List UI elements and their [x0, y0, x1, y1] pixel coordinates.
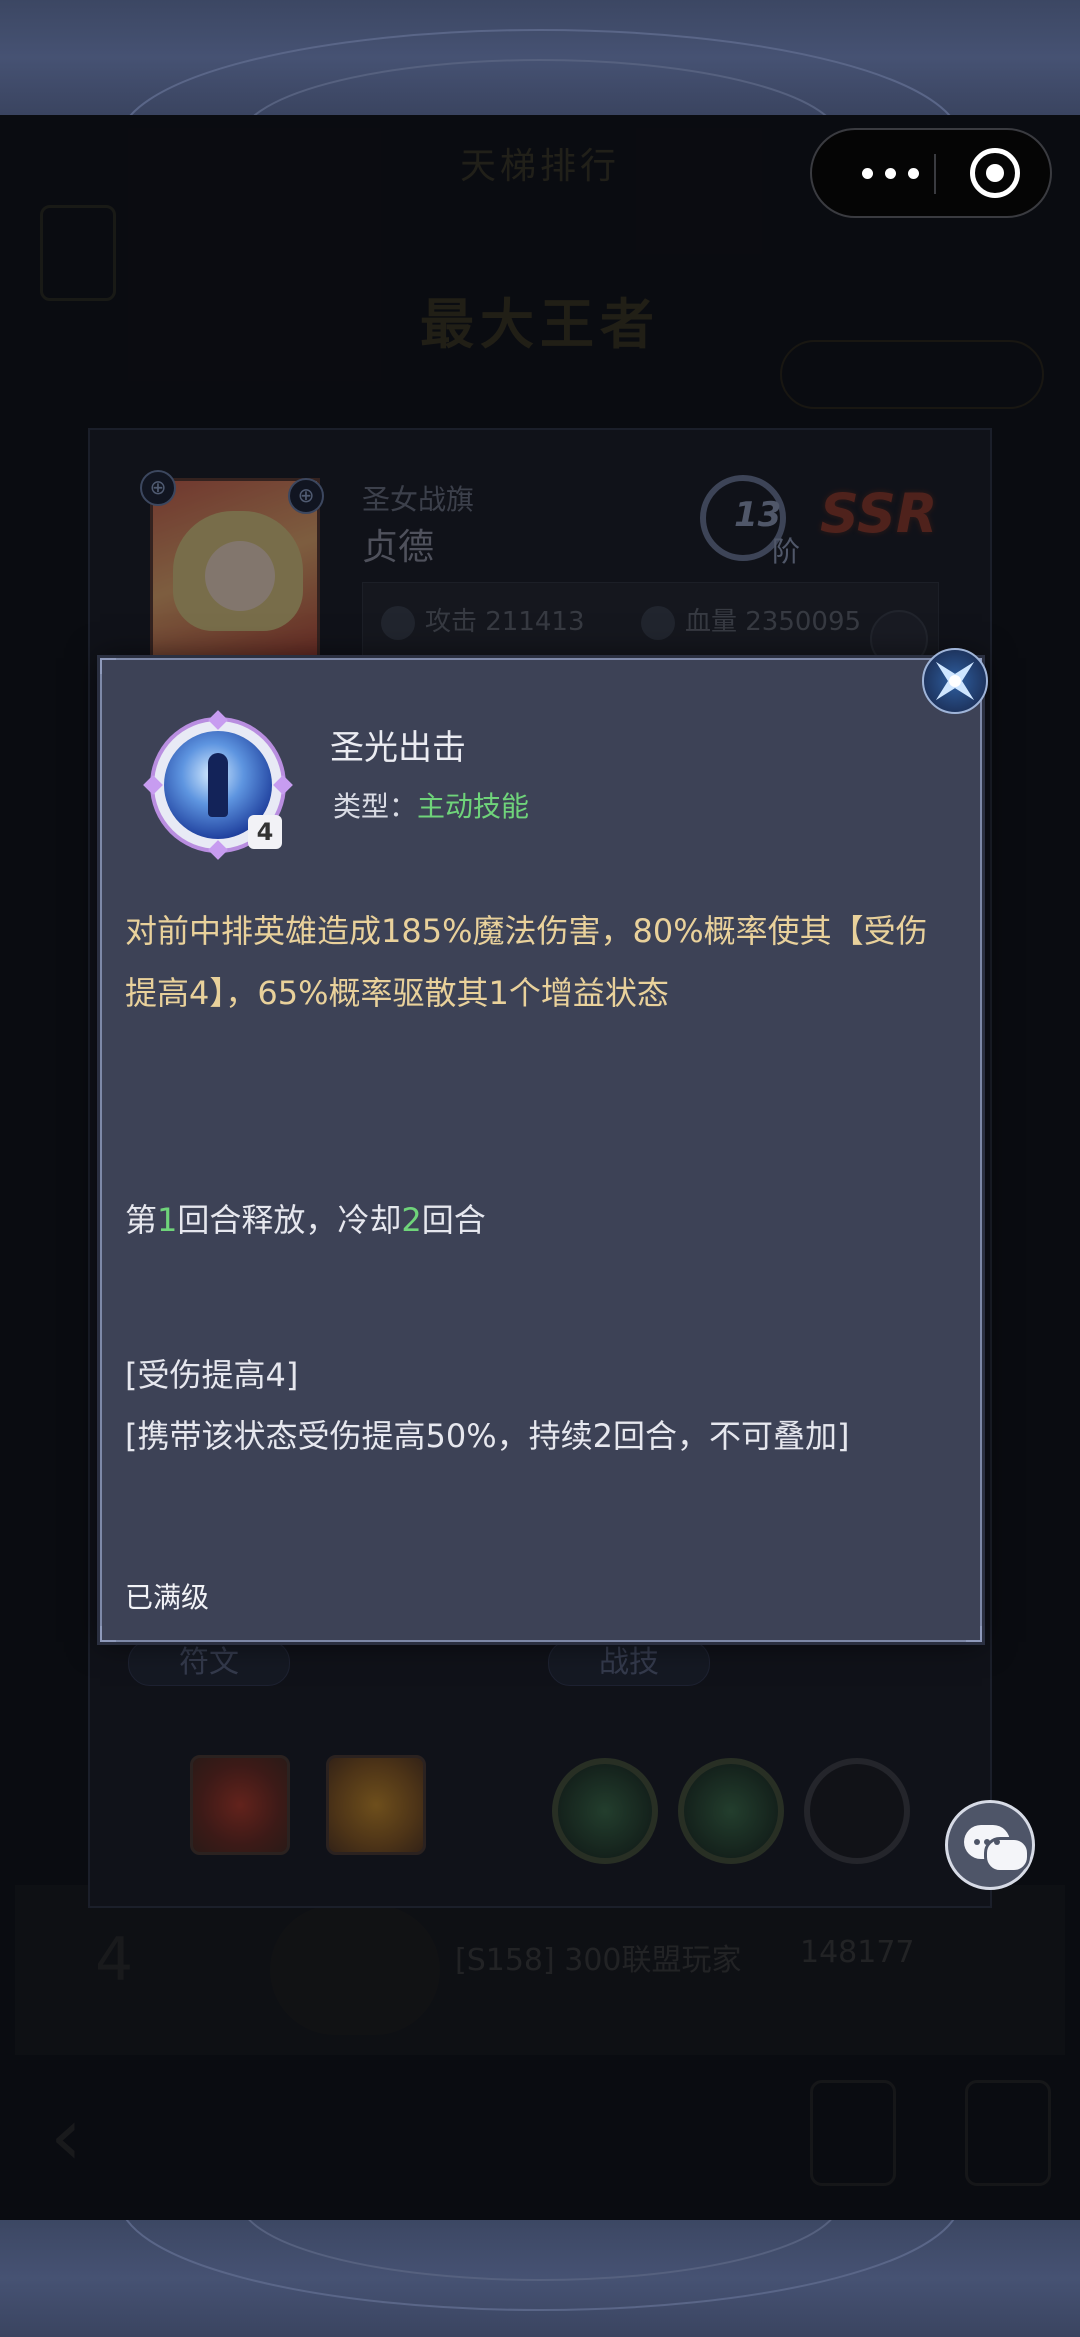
close-popup-button[interactable] — [922, 648, 988, 714]
max-level-label: 已满级 — [125, 1581, 210, 1614]
close-icon — [935, 661, 975, 701]
skill-timing: 第1回合释放，冷却2回合 — [125, 1201, 486, 1239]
mini-program-capsule — [810, 128, 1052, 218]
more-dots-icon[interactable] — [848, 130, 938, 216]
capsule-divider — [934, 154, 936, 194]
chat-button[interactable] — [945, 1800, 1035, 1890]
target-circle-icon[interactable] — [970, 148, 1020, 198]
skill-type-value: 主动技能 — [417, 790, 530, 823]
skill-icon: 4 — [143, 710, 293, 860]
skill-name: 圣光出击 — [330, 728, 466, 768]
release-round: 1 — [157, 1201, 178, 1239]
bottom-decorative-band — [0, 2220, 1080, 2337]
skill-level-badge: 4 — [248, 815, 282, 849]
skill-description: 对前中排英雄造成185%魔法伤害，80%概率使其【受伤提高4】，65%概率驱散其… — [125, 912, 928, 1012]
buff-title: [受伤提高4] — [125, 1356, 299, 1394]
skill-type: 类型：主动技能 — [333, 790, 530, 823]
cooldown-rounds: 2 — [401, 1201, 422, 1239]
top-decorative-band — [0, 0, 1080, 115]
buff-description: [携带该状态受伤提高50%，持续2回合，不可叠加] — [125, 1417, 850, 1455]
